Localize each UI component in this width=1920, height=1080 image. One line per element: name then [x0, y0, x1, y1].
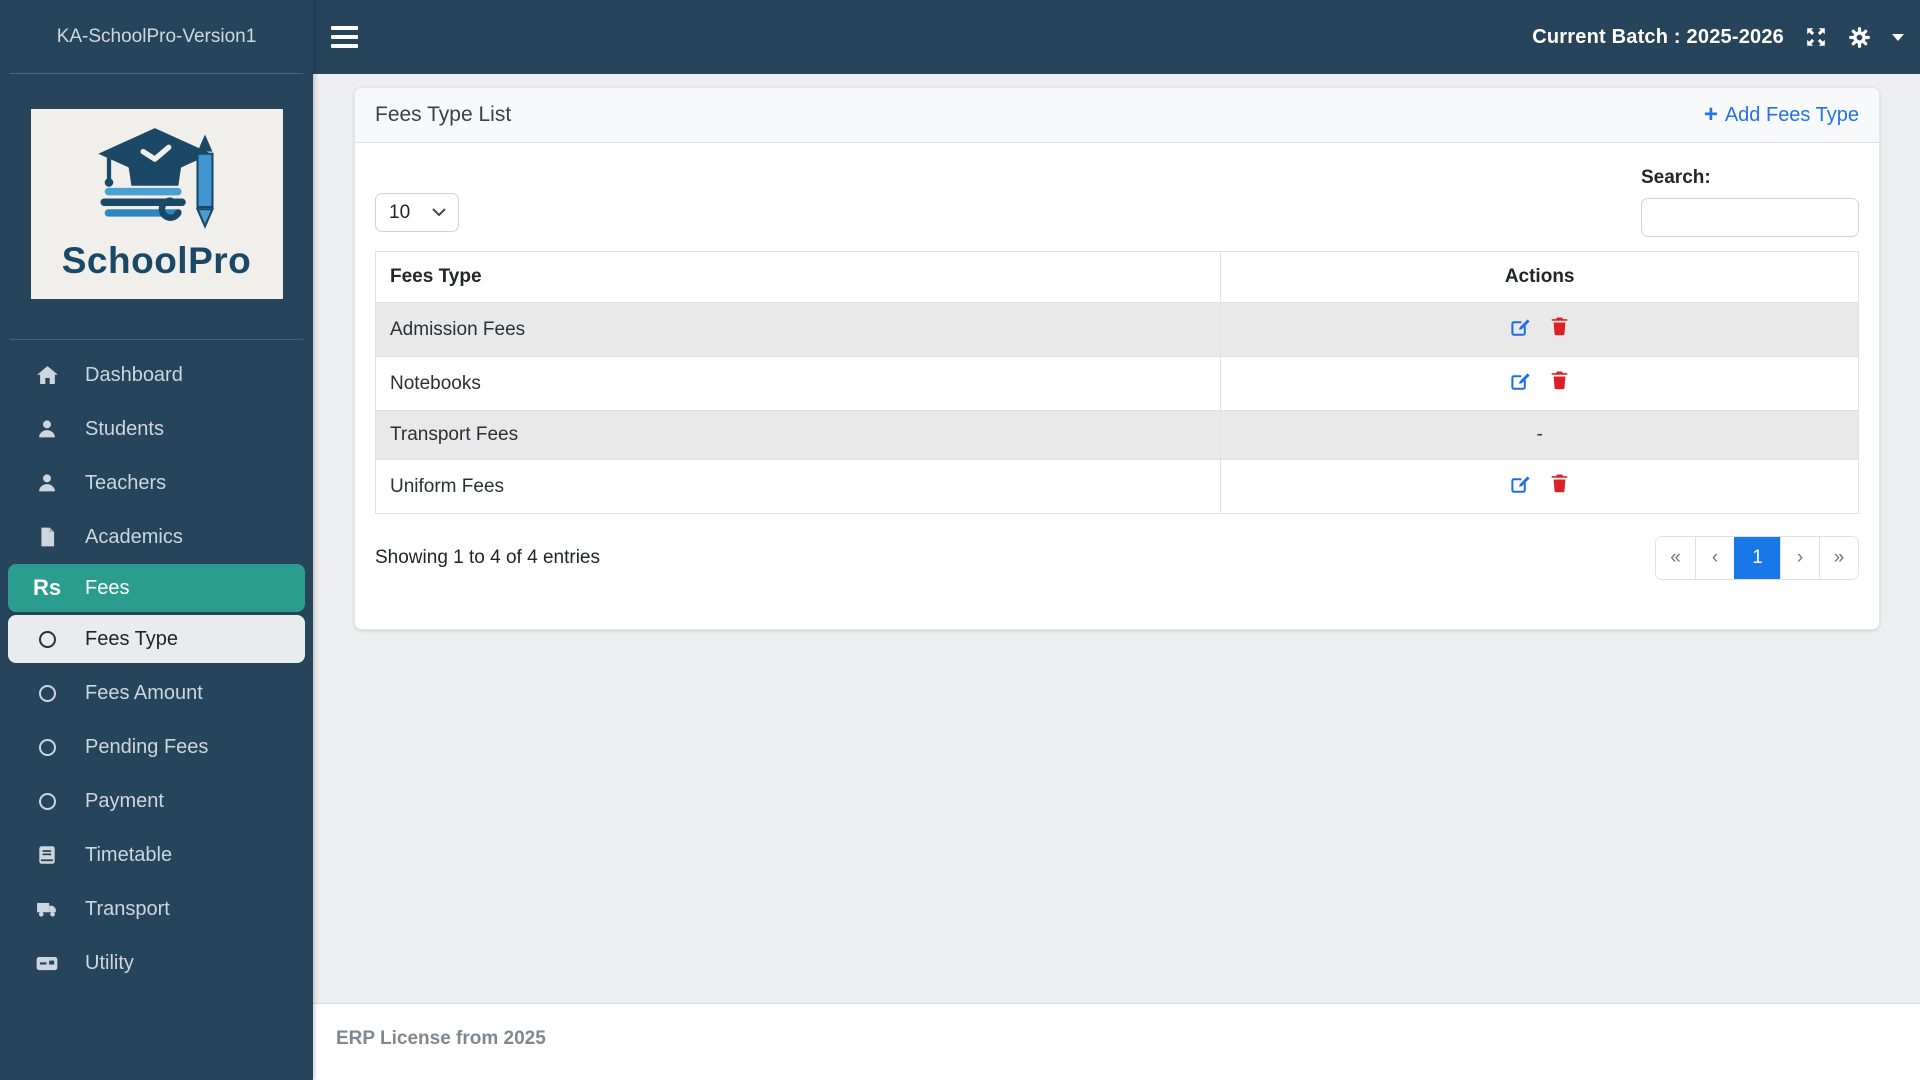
column-header-actions: Actions — [1220, 251, 1859, 303]
table-header-row: Fees Type Actions — [374, 251, 1859, 303]
table-controls: 10 Search: — [375, 167, 1859, 237]
sidebar-item-label: Pending Fees — [85, 735, 209, 758]
home-icon — [34, 364, 60, 387]
logo-wordmark: SchoolPro — [61, 240, 252, 281]
circle-icon — [34, 684, 60, 702]
sidebar-item-teachers[interactable]: Teachers — [0, 456, 313, 510]
table-row: Uniform Fees — [374, 459, 1859, 514]
sidebar-item-label: Timetable — [85, 843, 173, 866]
panel-title: Fees Type List — [375, 103, 512, 126]
actions-cell — [1220, 302, 1859, 357]
sidebar-item-label: Transport — [85, 897, 170, 920]
card-icon — [34, 952, 60, 974]
sidebar-item-transport[interactable]: Transport — [0, 882, 313, 936]
fullscreen-icon[interactable] — [1805, 26, 1827, 48]
table-row: Admission Fees — [374, 302, 1859, 357]
pagination-first-button[interactable]: « — [1656, 537, 1695, 579]
search-label: Search: — [1641, 167, 1711, 188]
rupee-icon: Rs — [32, 575, 62, 600]
panel-body: 10 Search: Fees Type Actions Admission F… — [355, 143, 1879, 629]
table-row: Notebooks — [374, 356, 1859, 411]
sidebar-item-label: Fees Amount — [85, 681, 203, 704]
person-icon — [34, 472, 60, 494]
person-icon — [34, 418, 60, 440]
sidebar-item-label: Fees — [85, 576, 130, 599]
gear-icon[interactable] — [1848, 26, 1871, 49]
sidebar-item-academics[interactable]: Academics — [0, 510, 313, 564]
sidebar-item-fees[interactable]: Rs Fees — [8, 564, 305, 612]
sidebar-brand: KA-SchoolPro-Version1 — [10, 0, 303, 74]
fees-type-panel: Fees Type List + Add Fees Type 10 Search… — [354, 87, 1880, 630]
sidebar-item-pending-fees[interactable]: Pending Fees — [0, 720, 313, 774]
content-column: Current Batch : 2025-2026 Fees Type List… — [313, 0, 1920, 1080]
pagination-next-button[interactable]: › — [1780, 537, 1819, 579]
panel-header: Fees Type List + Add Fees Type — [355, 88, 1879, 143]
sidebar-item-label: Fees Type — [85, 627, 179, 650]
page-length-value: 10 — [389, 201, 411, 223]
edit-button[interactable] — [1510, 473, 1531, 494]
sidebar-item-label: Payment — [85, 789, 164, 812]
pagination-page-1-button[interactable]: 1 — [1734, 537, 1780, 579]
table-footer: Showing 1 to 4 of 4 entries « ‹ 1 › » — [375, 536, 1859, 580]
sidebar: KA-SchoolPro-Version1 SchoolPro Dashboar… — [0, 0, 313, 1080]
chevron-down-icon — [432, 208, 446, 216]
sidebar-item-label: Teachers — [85, 471, 167, 494]
sidebar-item-dashboard[interactable]: Dashboard — [0, 348, 313, 402]
document-icon — [34, 526, 60, 548]
sidebar-divider — [10, 339, 303, 340]
column-header-fees-type: Fees Type — [374, 251, 1222, 303]
book-icon — [34, 844, 60, 866]
edit-button[interactable] — [1510, 316, 1531, 337]
sidebar-item-utility[interactable]: Utility — [0, 936, 313, 990]
erp-license-text: ERP License from 2025 — [336, 1028, 546, 1049]
fees-type-cell: Admission Fees — [374, 302, 1222, 357]
add-fees-type-button[interactable]: + Add Fees Type — [1704, 103, 1859, 127]
school-logo: SchoolPro — [30, 109, 283, 299]
circle-icon — [34, 792, 60, 810]
fees-type-cell: Notebooks — [374, 356, 1222, 411]
delete-button[interactable] — [1550, 316, 1569, 337]
current-batch-label: Current Batch : 2025-2026 — [1532, 25, 1784, 48]
delete-button[interactable] — [1550, 370, 1569, 391]
plus-icon: + — [1703, 101, 1718, 128]
search-box: Search: — [1641, 167, 1859, 237]
sidebar-nav: Dashboard Students Teachers Academics Rs — [0, 348, 313, 1080]
sidebar-item-timetable[interactable]: Timetable — [0, 828, 313, 882]
caret-down-icon[interactable] — [1892, 33, 1904, 41]
footer: ERP License from 2025 — [313, 1003, 1920, 1080]
edit-button[interactable] — [1510, 370, 1531, 391]
sidebar-item-fees-amount[interactable]: Fees Amount — [0, 666, 313, 720]
sidebar-item-label: Students — [85, 417, 164, 440]
actions-cell-empty: - — [1220, 410, 1859, 460]
sidebar-item-payment[interactable]: Payment — [0, 774, 313, 828]
fees-type-table: Fees Type Actions Admission Fees Noteboo… — [374, 251, 1859, 514]
fees-type-cell: Transport Fees — [374, 410, 1222, 460]
pagination: « ‹ 1 › » — [1655, 536, 1859, 580]
pagination-last-button[interactable]: » — [1819, 537, 1858, 579]
actions-cell — [1220, 459, 1859, 514]
topbar: Current Batch : 2025-2026 — [313, 0, 1920, 74]
actions-cell — [1220, 356, 1859, 411]
sidebar-item-label: Dashboard — [85, 363, 183, 386]
delete-button[interactable] — [1550, 473, 1569, 494]
sidebar-item-label: Utility — [85, 951, 134, 974]
add-fees-type-label: Add Fees Type — [1724, 103, 1859, 126]
truck-icon — [34, 898, 60, 920]
main-area: Fees Type List + Add Fees Type 10 Search… — [313, 74, 1920, 1003]
page-length-select[interactable]: 10 — [375, 193, 459, 232]
fees-type-cell: Uniform Fees — [374, 459, 1222, 514]
search-input[interactable] — [1641, 198, 1859, 237]
sidebar-item-fees-type[interactable]: Fees Type — [8, 615, 305, 663]
graduation-cap-books-pencil-icon — [97, 128, 214, 229]
entries-info: Showing 1 to 4 of 4 entries — [375, 547, 600, 568]
pagination-previous-button[interactable]: ‹ — [1695, 537, 1734, 579]
hamburger-icon[interactable] — [331, 26, 361, 48]
sidebar-item-label: Academics — [85, 525, 183, 548]
table-row: Transport Fees - — [374, 410, 1859, 460]
circle-icon — [34, 630, 60, 648]
sidebar-item-students[interactable]: Students — [0, 402, 313, 456]
circle-icon — [34, 738, 60, 756]
